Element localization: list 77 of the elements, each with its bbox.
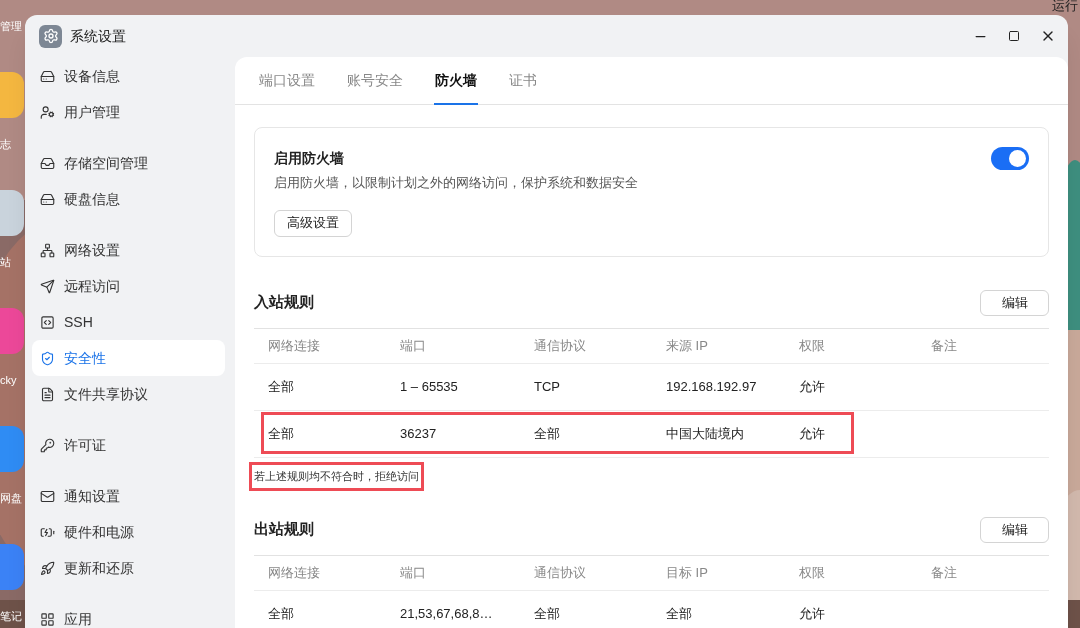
column-header: 通信协议 xyxy=(534,563,586,582)
sidebar-item[interactable]: 网络设置 xyxy=(32,232,225,268)
app-icon[interactable] xyxy=(0,190,24,236)
sidebar-item[interactable]: 更新和还原 xyxy=(32,550,225,586)
column-header: 目标 IP xyxy=(666,563,708,582)
maximize-icon[interactable] xyxy=(1008,30,1020,42)
sidebar-item[interactable]: 应用 xyxy=(32,601,225,628)
paper-plane-icon xyxy=(40,278,55,294)
sidebar-item[interactable]: 文件共享协议 xyxy=(32,376,225,412)
document-icon xyxy=(40,386,55,402)
table-cell-text: 全部 xyxy=(268,424,294,443)
sidebar-item[interactable]: 硬件和电源 xyxy=(32,514,225,550)
toggle-switch[interactable] xyxy=(991,147,1029,170)
table-cell-text: 192.168.192.97 xyxy=(666,377,757,396)
column-header: 备注 xyxy=(931,336,957,355)
column-header: 来源 IP xyxy=(666,336,708,355)
advanced-settings-button[interactable]: 高级设置 xyxy=(274,209,352,237)
desktop-icon-label[interactable]: 站 xyxy=(0,254,11,270)
key-icon xyxy=(40,437,55,453)
column-header: 通信协议 xyxy=(534,336,586,355)
sidebar-item[interactable]: 通知设置 xyxy=(32,478,225,514)
table-cell-text: 允许 xyxy=(799,604,825,623)
edit-button[interactable]: 编辑 xyxy=(980,516,1049,543)
drive-icon xyxy=(40,68,55,84)
table-cell-text: 允许 xyxy=(799,377,825,396)
table-cell-text: 全部 xyxy=(268,377,294,396)
column-header: 备注 xyxy=(931,563,957,582)
column-header: 权限 xyxy=(799,336,825,355)
shield-check-icon xyxy=(40,350,55,366)
sidebar-item[interactable]: 用户管理 xyxy=(32,94,225,130)
table-cell-text: 21,53,67,68,8… xyxy=(400,604,493,623)
sidebar-item[interactable]: 许可证 xyxy=(32,427,225,463)
table-cell-text: 全部 xyxy=(534,604,560,623)
section-title: 入站规则 xyxy=(254,292,314,313)
tab[interactable]: 证书 xyxy=(508,57,538,105)
table-cell-text: 全部 xyxy=(534,424,560,443)
table-cell-text: TCP xyxy=(534,377,560,396)
user-gear-icon xyxy=(40,104,55,120)
table-cell-text: 允许 xyxy=(799,424,825,443)
column-header: 端口 xyxy=(400,563,426,582)
tab[interactable]: 账号安全 xyxy=(346,57,404,105)
drive-icon xyxy=(40,191,55,207)
desktop-icon-label[interactable]: 网盘 xyxy=(0,490,22,506)
sidebar-item[interactable]: SSH xyxy=(32,304,225,340)
sidebar-item[interactable]: 远程访问 xyxy=(32,268,225,304)
table-cell-text: 中国大陆境内 xyxy=(666,424,744,443)
edit-button[interactable]: 编辑 xyxy=(980,289,1049,316)
sidebar-item[interactable]: 存储空间管理 xyxy=(32,145,225,181)
setting-title: 启用防火墙 xyxy=(274,149,344,168)
app-icon[interactable] xyxy=(0,72,24,118)
gear-app-icon xyxy=(39,24,62,48)
column-header: 端口 xyxy=(400,336,426,355)
desktop-label: 运行 xyxy=(1052,0,1078,15)
tab[interactable]: 防火墙 xyxy=(434,57,478,105)
code-square-icon xyxy=(40,314,55,330)
network-icon xyxy=(40,242,55,258)
mail-icon xyxy=(40,488,55,504)
table-cell-text: 全部 xyxy=(268,604,294,623)
table-cell-text: 全部 xyxy=(666,604,692,623)
desktop-icon-label[interactable]: 笔记 xyxy=(0,608,22,624)
window-title: 系统设置 xyxy=(70,26,126,46)
tab[interactable]: 端口设置 xyxy=(258,57,316,105)
tray-icon xyxy=(40,155,55,171)
desktop-icon-label[interactable]: cky xyxy=(0,372,17,388)
table-cell-text: 1 – 65535 xyxy=(400,377,458,396)
rocket-icon xyxy=(40,560,55,576)
setting-description: 启用防火墙，以限制计划之外的网络访问，保护系统和数据安全 xyxy=(274,174,639,192)
rule-note: 若上述规则均不符合时，拒绝访问 xyxy=(249,462,424,491)
column-header: 网络连接 xyxy=(268,563,320,582)
table-cell-text: 36237 xyxy=(400,424,437,443)
section-title: 出站规则 xyxy=(254,519,314,540)
column-header: 权限 xyxy=(799,563,825,582)
sidebar-item[interactable]: 设备信息 xyxy=(32,58,225,94)
sidebar-item[interactable]: 硬盘信息 xyxy=(32,181,225,217)
sidebar-item[interactable]: 安全性 xyxy=(32,340,225,376)
column-header: 网络连接 xyxy=(268,336,320,355)
grid-icon xyxy=(40,611,55,627)
